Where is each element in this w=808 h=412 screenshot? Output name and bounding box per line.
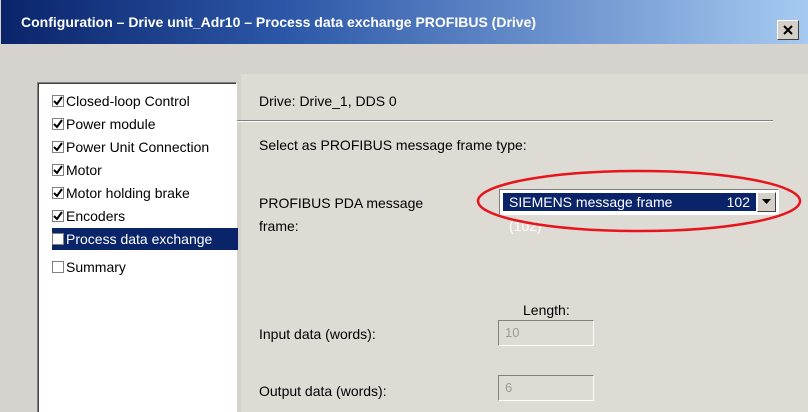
output-data-label: Output data (words): — [259, 383, 387, 399]
nav-tree: Closed-loop Control Power module Power U… — [37, 82, 238, 412]
chevron-down-icon — [762, 199, 771, 204]
close-icon — [783, 25, 793, 35]
dropdown-button[interactable] — [757, 192, 776, 212]
nav-item-label: Summary — [66, 259, 126, 275]
nav-item-label: Motor — [66, 162, 102, 178]
length-header: Length: — [523, 302, 570, 318]
nav-item-closed-loop-control[interactable]: Closed-loop Control — [52, 90, 238, 112]
checkbox-checked-icon — [52, 164, 64, 176]
message-frame-overflow-text: (102) — [509, 218, 542, 234]
input-data-label: Input data (words): — [259, 326, 376, 342]
nav-item-power-unit-connection[interactable]: Power Unit Connection — [52, 136, 238, 158]
nav-item-summary[interactable]: Summary — [52, 256, 238, 278]
nav-item-label: Motor holding brake — [66, 185, 190, 201]
input-data-field[interactable]: 10 — [498, 320, 594, 346]
nav-item-label: Encoders — [66, 208, 126, 224]
nav-item-motor-holding-brake[interactable]: Motor holding brake — [52, 182, 238, 204]
checkbox-checked-icon — [52, 95, 64, 107]
drive-info-label: Drive: Drive_1, DDS 0 — [259, 93, 397, 109]
pda-frame-label-line2: frame: — [259, 218, 299, 234]
settings-panel — [241, 74, 808, 412]
separator-line — [233, 120, 773, 122]
message-frame-name: SIEMENS message frame — [509, 194, 673, 210]
nav-item-encoders[interactable]: Encoders — [52, 205, 238, 227]
checkbox-checked-icon — [52, 210, 64, 222]
configuration-dialog: Configuration – Drive unit_Adr10 – Proce… — [0, 0, 808, 412]
message-frame-number: 102 — [726, 194, 750, 210]
checkbox-checked-icon — [52, 187, 64, 199]
close-button[interactable] — [777, 20, 799, 40]
output-data-field[interactable]: 6 — [498, 375, 594, 401]
message-frame-select[interactable]: SIEMENS message frame 102 — [499, 189, 779, 215]
nav-item-motor[interactable]: Motor — [52, 159, 238, 181]
title-bar: Configuration – Drive unit_Adr10 – Proce… — [1, 0, 808, 44]
pda-frame-label-line1: PROFIBUS PDA message — [259, 195, 424, 211]
nav-item-label: Closed-loop Control — [66, 93, 190, 109]
checkbox-checked-icon — [52, 118, 64, 130]
checkbox-unchecked-icon — [52, 233, 64, 245]
window-title: Configuration – Drive unit_Adr10 – Proce… — [21, 14, 537, 30]
checkbox-checked-icon — [52, 141, 64, 153]
nav-item-label: Process data exchange — [66, 231, 213, 247]
nav-item-process-data-exchange[interactable]: Process data exchange — [52, 228, 238, 250]
nav-item-label: Power module — [66, 116, 156, 132]
select-prompt-label: Select as PROFIBUS message frame type: — [259, 137, 527, 153]
nav-item-label: Power Unit Connection — [66, 139, 210, 155]
checkbox-unchecked-icon — [52, 261, 64, 273]
message-frame-selected-value: SIEMENS message frame 102 — [503, 193, 756, 211]
nav-item-power-module[interactable]: Power module — [52, 113, 238, 135]
